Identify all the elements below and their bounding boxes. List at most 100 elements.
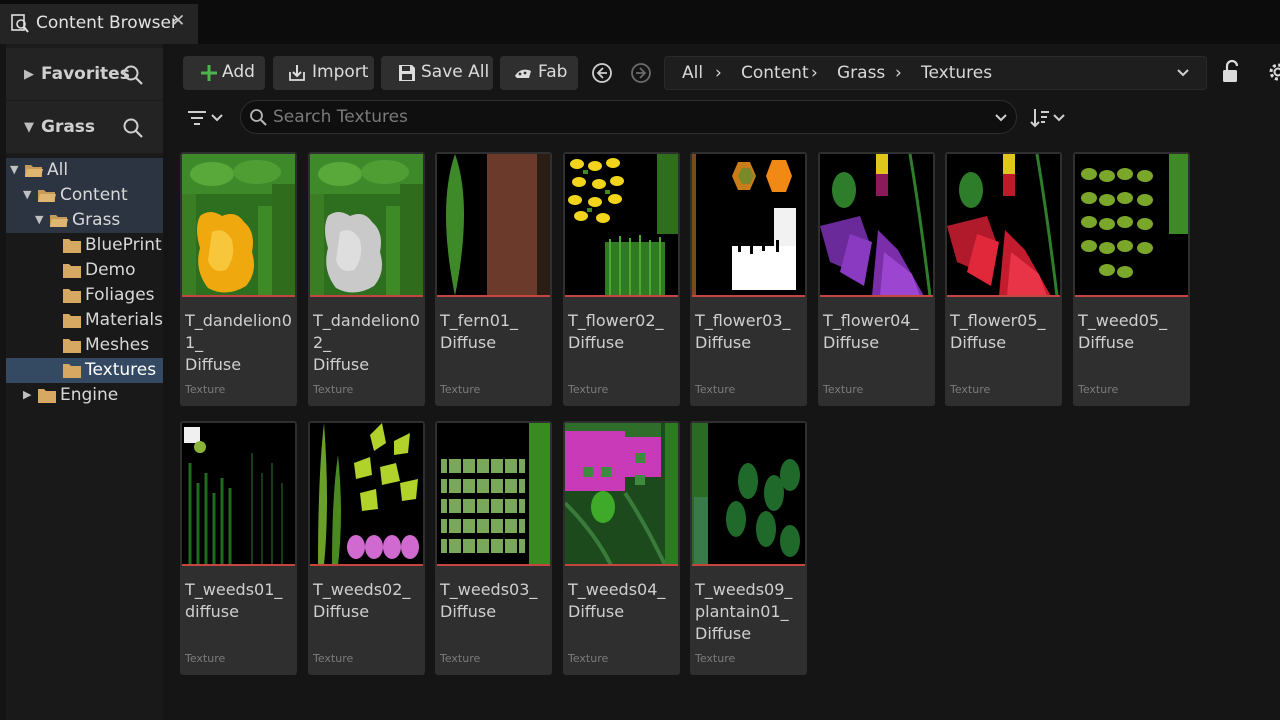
expanded-arrow-icon[interactable]: ▼ bbox=[24, 120, 34, 135]
tree-item-textures[interactable]: Textures bbox=[6, 358, 163, 383]
asset-name: T_weeds09_ plantain01_ Diffuse bbox=[695, 580, 793, 643]
search-icon bbox=[250, 109, 267, 126]
tree-item-engine[interactable]: ▶ Engine bbox=[6, 383, 163, 408]
asset-type: Texture bbox=[695, 652, 736, 665]
tree-label: BluePrint bbox=[85, 235, 162, 255]
fab-button[interactable]: Fab bbox=[500, 56, 578, 90]
asset-type: Texture bbox=[1078, 383, 1119, 396]
asset-type-color-bar bbox=[437, 564, 550, 566]
asset-tile[interactable]: T_weeds03_ Diffuse Texture bbox=[435, 421, 552, 675]
asset-tile[interactable]: T_weeds01_ diffuse Texture bbox=[180, 421, 297, 675]
asset-tile[interactable]: T_flower02_ Diffuse Texture bbox=[563, 152, 680, 406]
tree-label: All bbox=[47, 160, 69, 180]
tree-item-meshes[interactable]: Meshes bbox=[6, 333, 163, 358]
forward-arrow-icon[interactable] bbox=[630, 62, 652, 84]
expanded-arrow-icon[interactable]: ▼ bbox=[23, 188, 31, 201]
expanded-arrow-icon[interactable]: ▼ bbox=[10, 163, 18, 176]
chevron-down-icon[interactable] bbox=[1175, 65, 1191, 81]
breadcrumb-textures[interactable]: Textures bbox=[921, 63, 992, 83]
asset-type: Texture bbox=[568, 383, 609, 396]
tree-label: Demo bbox=[85, 260, 136, 280]
lock-icon[interactable] bbox=[1219, 59, 1243, 85]
favorites-label: Favorites bbox=[41, 64, 130, 84]
settings-gear-icon[interactable] bbox=[1266, 60, 1280, 84]
save-all-button[interactable]: Save All bbox=[381, 56, 493, 90]
asset-type: Texture bbox=[185, 383, 226, 396]
chevron-right-icon[interactable]: › bbox=[715, 63, 722, 83]
add-button[interactable]: Add bbox=[183, 56, 265, 90]
close-icon[interactable]: ✕ bbox=[171, 11, 185, 31]
asset-type-color-bar bbox=[947, 295, 1060, 297]
folder-icon bbox=[63, 239, 81, 253]
asset-type-color-bar bbox=[182, 564, 295, 566]
asset-type: Texture bbox=[695, 383, 736, 396]
chevron-right-icon[interactable]: › bbox=[811, 63, 818, 83]
search-input[interactable] bbox=[273, 105, 973, 129]
asset-tile[interactable]: T_dandelion02_ Diffuse Texture bbox=[308, 152, 425, 406]
asset-tile[interactable]: T_weeds09_ plantain01_ Diffuse Texture bbox=[690, 421, 807, 675]
asset-tile[interactable]: T_weed05_ Diffuse Texture bbox=[1073, 152, 1190, 406]
asset-type-color-bar bbox=[1075, 295, 1188, 297]
asset-type: Texture bbox=[440, 652, 481, 665]
sort-icon[interactable] bbox=[1030, 106, 1070, 130]
tree-item-all[interactable]: ▼ All bbox=[6, 158, 163, 183]
texture-thumbnail bbox=[182, 154, 295, 296]
collapsed-arrow-icon[interactable]: ▶ bbox=[23, 388, 31, 401]
expanded-arrow-icon[interactable]: ▼ bbox=[35, 213, 43, 226]
tree-label: Engine bbox=[60, 385, 119, 405]
asset-tile[interactable]: T_flower04_ Diffuse Texture bbox=[818, 152, 935, 406]
asset-tile[interactable]: T_weeds04_ Diffuse Texture bbox=[563, 421, 680, 675]
breadcrumb-content[interactable]: Content bbox=[741, 63, 809, 83]
tree-item-foliages[interactable]: Foliages bbox=[6, 283, 163, 308]
tree-label: Foliages bbox=[85, 285, 155, 305]
import-icon bbox=[289, 65, 305, 81]
breadcrumb: All › Content › Grass › Textures bbox=[664, 56, 1207, 90]
folder-open-icon bbox=[50, 215, 68, 227]
asset-type: Texture bbox=[568, 652, 609, 665]
asset-name: T_weed05_ Diffuse bbox=[1078, 311, 1168, 352]
texture-thumbnail bbox=[310, 423, 423, 565]
save-icon bbox=[399, 65, 415, 81]
folder-icon bbox=[63, 339, 81, 353]
asset-name: T_flower04_ Diffuse bbox=[823, 311, 919, 352]
asset-name: T_flower03_ Diffuse bbox=[695, 311, 791, 352]
asset-tile[interactable]: T_weeds02_ Diffuse Texture bbox=[308, 421, 425, 675]
asset-type: Texture bbox=[440, 383, 481, 396]
asset-name: T_flower02_ Diffuse bbox=[568, 311, 664, 352]
tree-item-grass[interactable]: ▼ Grass bbox=[6, 208, 163, 233]
search-icon[interactable] bbox=[122, 117, 144, 139]
breadcrumb-grass[interactable]: Grass bbox=[837, 63, 885, 83]
favorites-section[interactable]: ▶ Favorites bbox=[6, 48, 163, 100]
asset-type: Texture bbox=[823, 383, 864, 396]
tab-content-browser[interactable]: Content Browser ✕ bbox=[0, 4, 198, 44]
chevron-down-icon[interactable] bbox=[993, 110, 1009, 126]
search-icon[interactable] bbox=[122, 64, 144, 86]
tree-item-blueprint[interactable]: BluePrint bbox=[6, 233, 163, 258]
asset-tile[interactable]: T_dandelion01_ Diffuse Texture bbox=[180, 152, 297, 406]
texture-thumbnail bbox=[565, 423, 678, 565]
grass-section[interactable]: ▼ Grass bbox=[6, 101, 163, 153]
filter-icon[interactable] bbox=[186, 106, 226, 130]
asset-name: T_dandelion02_ Diffuse bbox=[313, 311, 420, 374]
add-button-label: Add bbox=[222, 62, 255, 82]
asset-tile[interactable]: T_fern01_ Diffuse Texture bbox=[435, 152, 552, 406]
back-arrow-icon[interactable] bbox=[591, 62, 613, 84]
chevron-right-icon[interactable]: › bbox=[895, 63, 902, 83]
collapsed-arrow-icon[interactable]: ▶ bbox=[24, 67, 34, 82]
tree-item-demo[interactable]: Demo bbox=[6, 258, 163, 283]
texture-thumbnail bbox=[692, 423, 805, 565]
folder-icon bbox=[38, 389, 56, 403]
asset-name: T_fern01_ Diffuse bbox=[440, 311, 519, 352]
asset-type-color-bar bbox=[820, 295, 933, 297]
asset-tile[interactable]: T_flower03_ Diffuse Texture bbox=[690, 152, 807, 406]
tree-item-materials[interactable]: Materials bbox=[6, 308, 163, 333]
asset-name: T_weeds03_ Diffuse bbox=[440, 580, 538, 621]
asset-type: Texture bbox=[313, 383, 354, 396]
breadcrumb-all[interactable]: All bbox=[682, 63, 703, 83]
search-box[interactable] bbox=[240, 100, 1017, 134]
asset-type-color-bar bbox=[692, 564, 805, 566]
tree-item-content[interactable]: ▼ Content bbox=[6, 183, 163, 208]
asset-tile[interactable]: T_flower05_ Diffuse Texture bbox=[945, 152, 1062, 406]
title-bar: Content Browser ✕ bbox=[0, 0, 1280, 44]
import-button[interactable]: Import bbox=[273, 56, 374, 90]
